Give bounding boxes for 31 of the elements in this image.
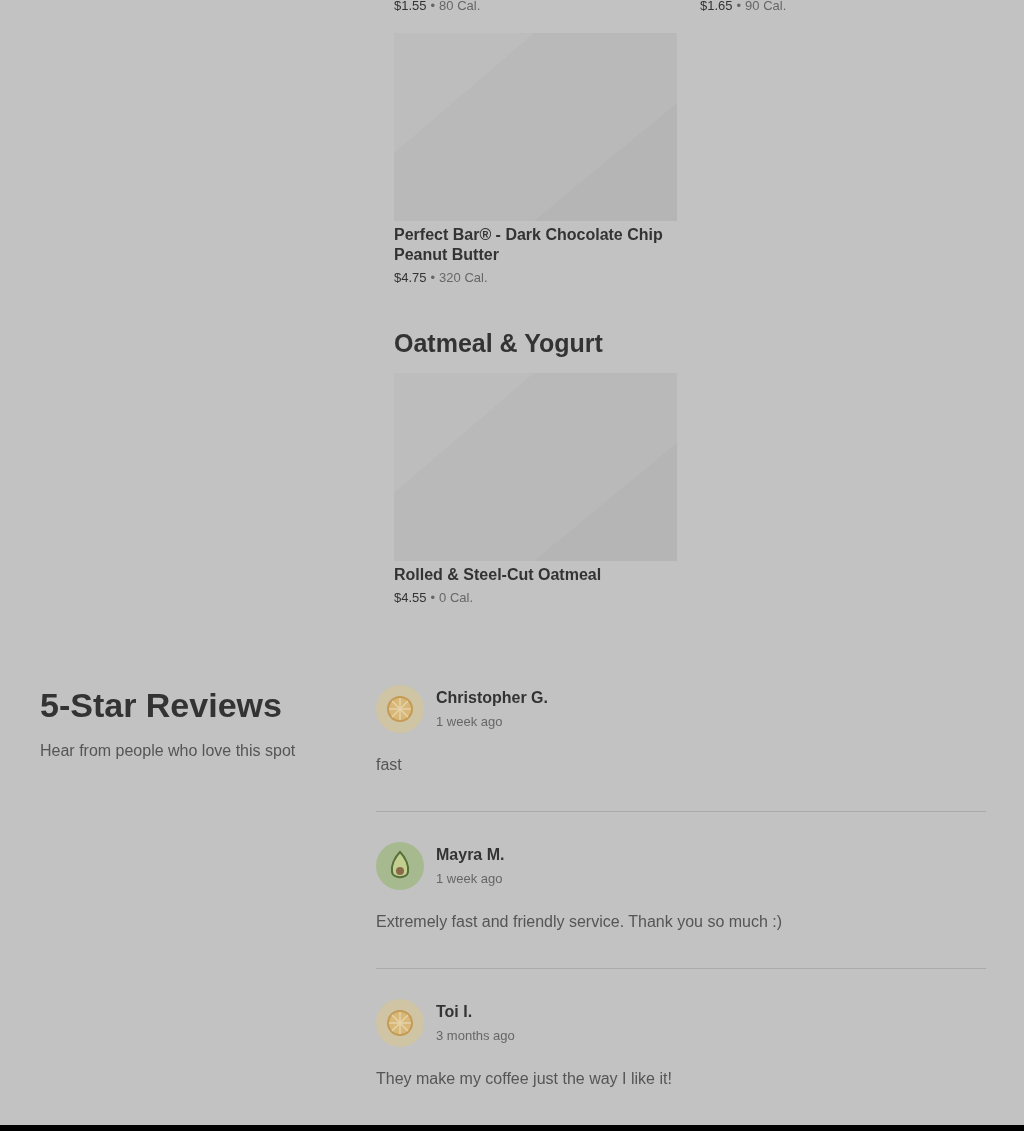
item-calories: 90 Cal. — [745, 0, 787, 12]
section-title: Oatmeal & Yogurt — [394, 327, 604, 358]
review-text: fast — [376, 755, 403, 775]
separator-dot: • — [430, 269, 436, 287]
separator-dot: • — [430, 0, 436, 12]
reviewer-name: Mayra M. — [436, 845, 505, 866]
item-price: $4.55 — [394, 588, 427, 607]
review-text: Extremely fast and friendly service. Thank you so much :) — [376, 912, 784, 932]
reviews-subtitle: Hear from people who love this spot — [40, 741, 297, 761]
item-price: $1.55 — [394, 0, 427, 12]
review-time: 1 week ago — [436, 713, 504, 732]
item-price: $4.75 — [394, 269, 427, 287]
separator-dot: • — [736, 0, 742, 12]
separator-dot: • — [430, 588, 436, 607]
item-calories: 320 Cal. — [439, 269, 488, 287]
review-time: 1 week ago — [436, 870, 504, 889]
menu-item-card[interactable]: Perfect Bar® - Dark Chocolate Chip Peanut Butter $4.75 • 320 Cal. — [394, 33, 677, 288]
lemon-slice-avatar — [376, 685, 424, 733]
reviews-title: 5-Star Reviews — [40, 685, 283, 725]
menu-item-card[interactable]: Rolled & Steel-Cut Oatmeal $4.55 • 0 Cal. — [394, 372, 677, 607]
review-text: They make my coffee just the way I like it! — [376, 1069, 673, 1089]
reviewer-name: Christopher G. — [436, 688, 548, 709]
item-price: $1.65 — [700, 0, 733, 12]
item-name: Rolled & Steel-Cut Oatmeal — [394, 564, 603, 585]
item-calories: 80 Cal. — [439, 0, 481, 12]
avocado-avatar — [376, 842, 424, 890]
lemon-slice-avatar — [376, 999, 424, 1047]
reviewer-name: Toi I. — [436, 1002, 474, 1023]
review-time: 3 months ago — [436, 1027, 515, 1046]
item-calories: 0 Cal. — [439, 588, 474, 607]
item-name: Perfect Bar® - Dark Chocolate Chip Peanut Butter — [394, 225, 664, 265]
